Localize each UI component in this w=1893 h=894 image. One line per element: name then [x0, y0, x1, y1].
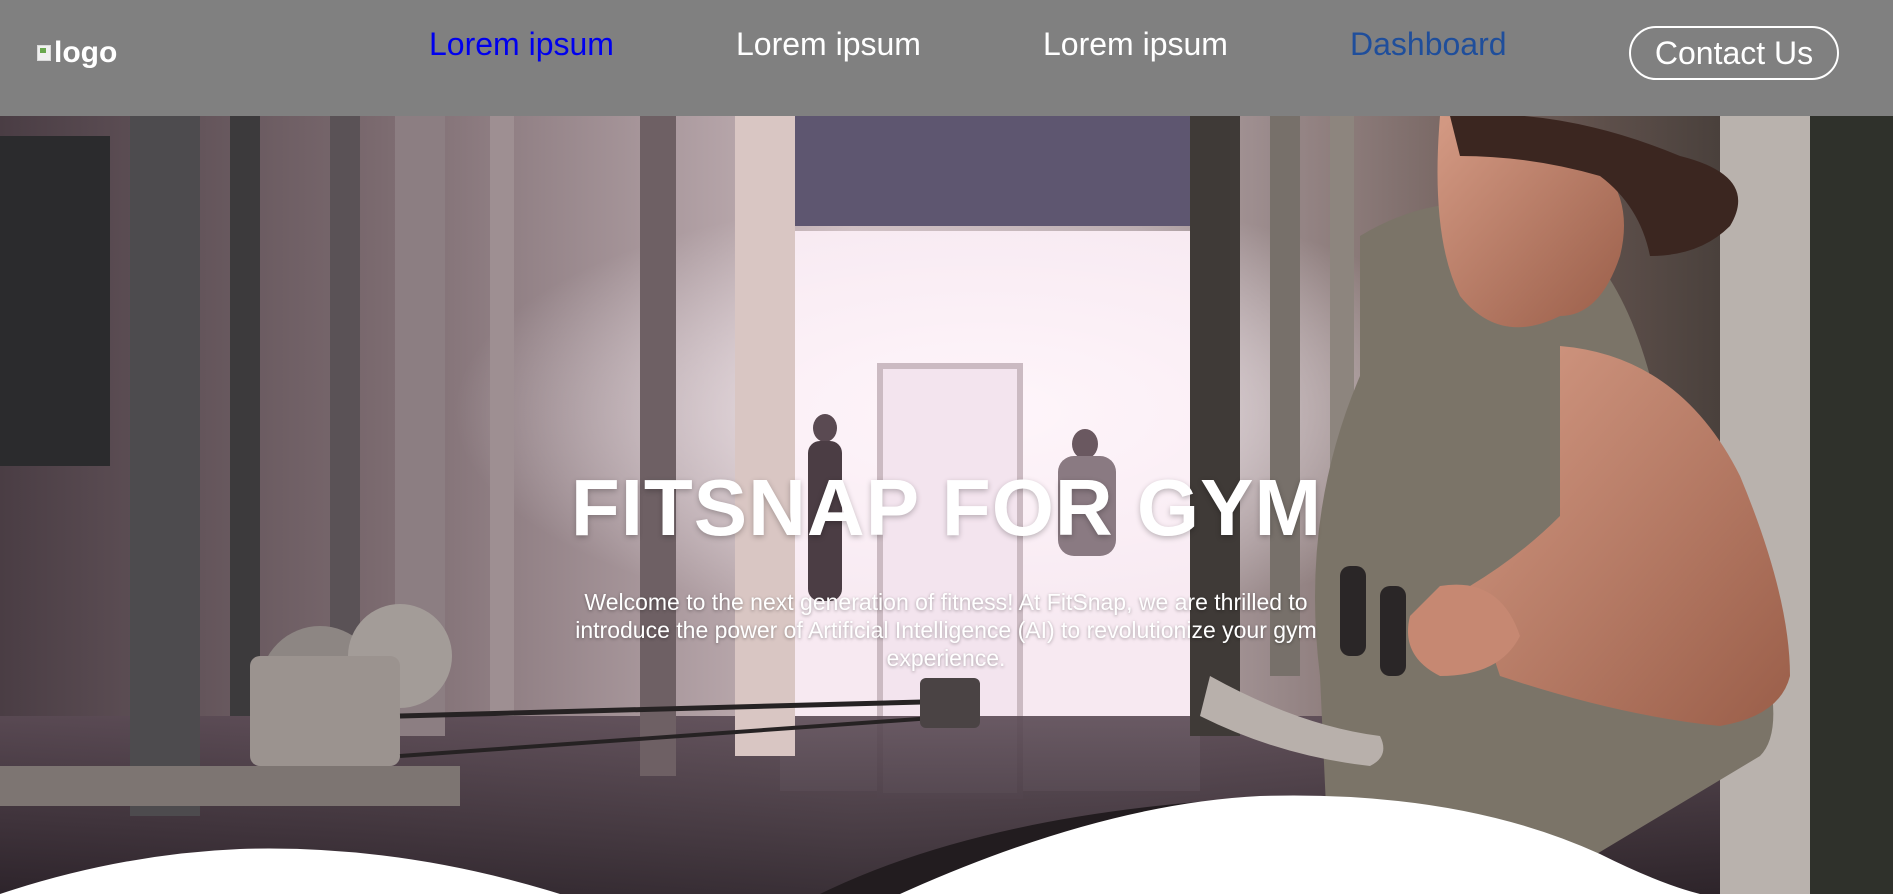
hero-section: FITSNAP FOR GYM Welcome to the next gene…	[0, 116, 1893, 894]
bottom-wave-divider	[0, 795, 1700, 894]
broken-image-icon	[36, 44, 52, 62]
hero-title: FITSNAP FOR GYM	[570, 463, 1323, 552]
contact-us-button[interactable]: Contact Us	[1629, 26, 1839, 80]
nav-link-3[interactable]: Lorem ipsum	[1043, 26, 1228, 63]
logo[interactable]: logo	[36, 36, 117, 70]
top-navbar: logo Lorem ipsum Lorem ipsum Lorem ipsum…	[0, 0, 1893, 116]
logo-alt-text: logo	[54, 36, 118, 69]
page: logo Lorem ipsum Lorem ipsum Lorem ipsum…	[0, 0, 1893, 894]
nav-link-1[interactable]: Lorem ipsum	[429, 26, 614, 63]
hero-description: Welcome to the next generation of fitnes…	[575, 589, 1317, 671]
nav-link-2[interactable]: Lorem ipsum	[736, 26, 921, 63]
nav-link-dashboard[interactable]: Dashboard	[1350, 26, 1507, 63]
